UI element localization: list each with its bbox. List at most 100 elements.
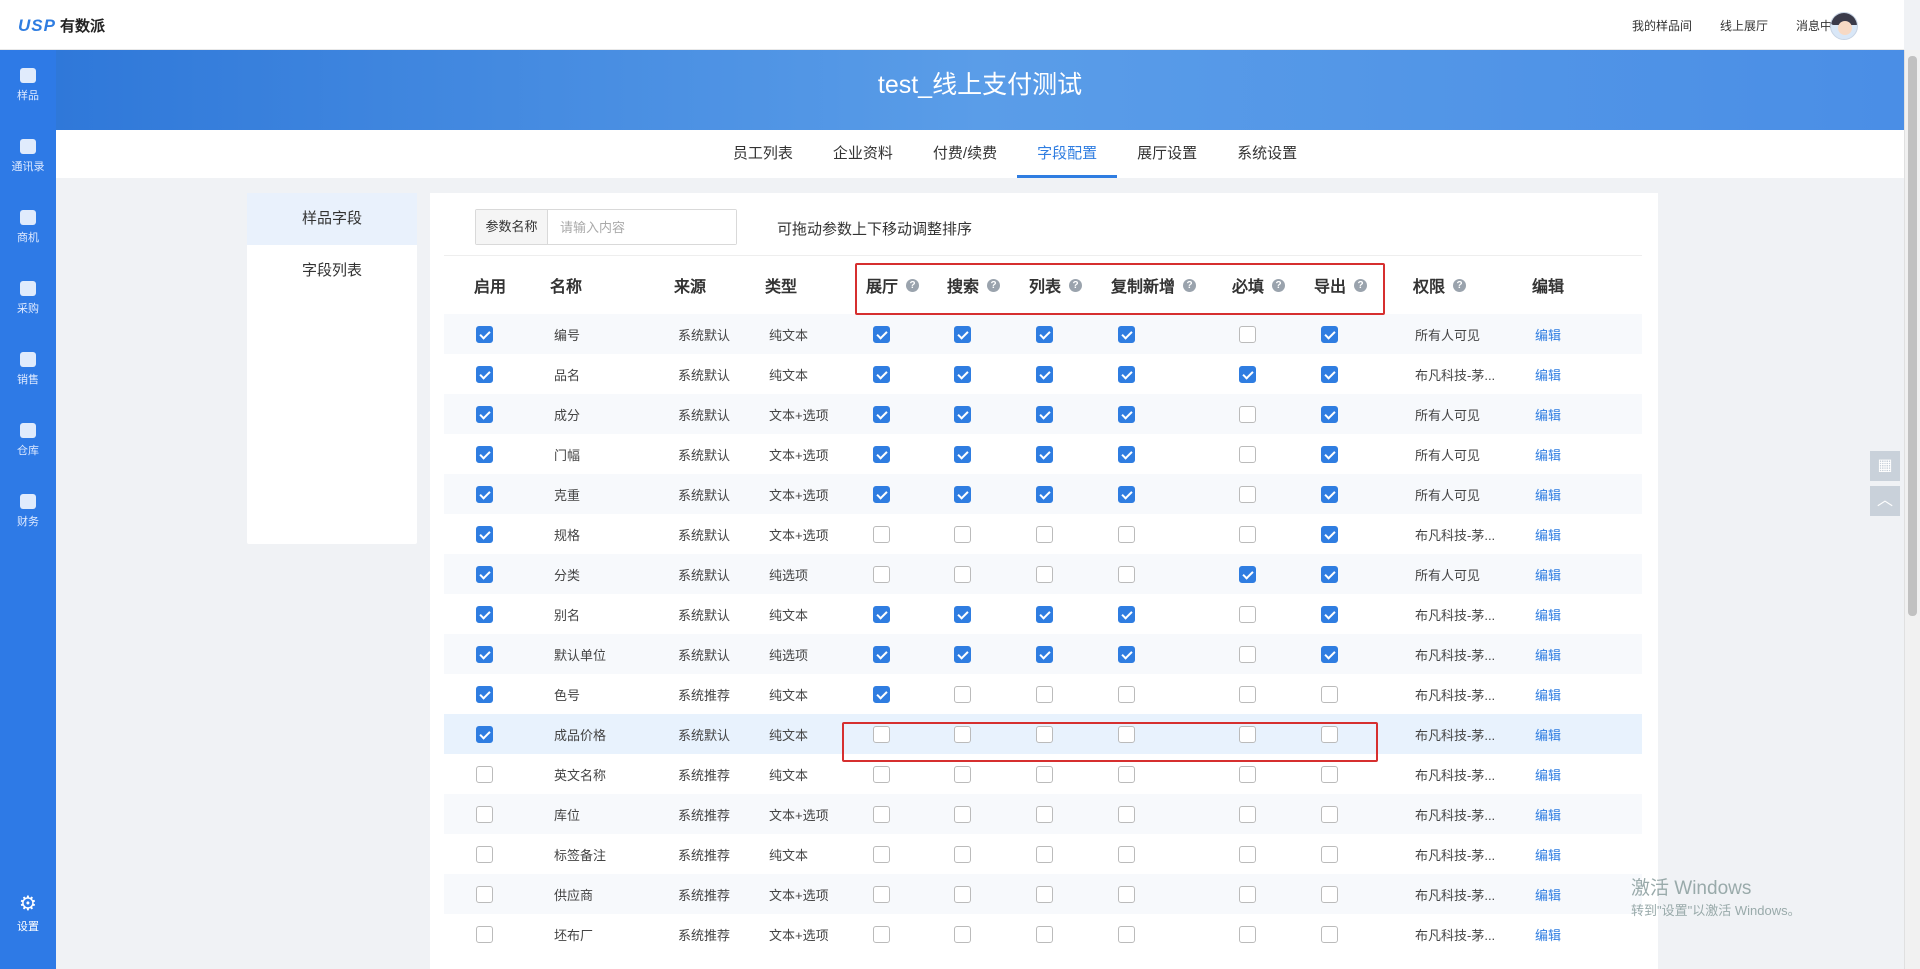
list-checkbox[interactable] bbox=[1036, 845, 1053, 863]
copy-add-checkbox[interactable] bbox=[1118, 885, 1135, 903]
table-row[interactable]: 编号 系统默认 纯文本 所有人可见 编辑 bbox=[444, 314, 1642, 354]
avatar[interactable] bbox=[1830, 12, 1858, 40]
showroom-checkbox[interactable] bbox=[873, 845, 890, 863]
list-checkbox[interactable] bbox=[1036, 445, 1053, 463]
edit-link[interactable]: 编辑 bbox=[1535, 925, 1561, 944]
required-checkbox[interactable] bbox=[1239, 485, 1256, 503]
search-input[interactable] bbox=[548, 210, 736, 244]
export-checkbox[interactable] bbox=[1321, 525, 1338, 543]
copy-add-checkbox[interactable] bbox=[1118, 445, 1135, 463]
export-checkbox[interactable] bbox=[1321, 845, 1338, 863]
edit-link[interactable]: 编辑 bbox=[1535, 445, 1561, 464]
search-checkbox[interactable] bbox=[954, 325, 971, 343]
table-row[interactable]: 门幅 系统默认 文本+选项 所有人可见 编辑 bbox=[444, 434, 1642, 474]
list-checkbox[interactable] bbox=[1036, 525, 1053, 543]
search-checkbox[interactable] bbox=[954, 885, 971, 903]
copy-add-checkbox[interactable] bbox=[1118, 685, 1135, 703]
page-scrollbar[interactable] bbox=[1904, 50, 1920, 969]
showroom-checkbox[interactable] bbox=[873, 485, 890, 503]
enabled-checkbox[interactable] bbox=[476, 325, 493, 343]
export-checkbox[interactable] bbox=[1321, 885, 1338, 903]
search-checkbox[interactable] bbox=[954, 565, 971, 583]
edit-link[interactable]: 编辑 bbox=[1535, 365, 1561, 384]
enabled-checkbox[interactable] bbox=[476, 365, 493, 383]
table-row[interactable]: 别名 系统默认 纯文本 布凡科技-茅... 编辑 bbox=[444, 594, 1642, 634]
search-checkbox[interactable] bbox=[954, 525, 971, 543]
enabled-checkbox[interactable] bbox=[476, 845, 493, 863]
enabled-checkbox[interactable] bbox=[476, 445, 493, 463]
required-checkbox[interactable] bbox=[1239, 445, 1256, 463]
help-icon[interactable]: ? bbox=[1453, 278, 1467, 292]
enabled-checkbox[interactable] bbox=[476, 725, 493, 743]
copy-add-checkbox[interactable] bbox=[1118, 485, 1135, 503]
showroom-checkbox[interactable] bbox=[873, 405, 890, 423]
app-logo[interactable]: USP 有数派 bbox=[18, 15, 105, 36]
required-checkbox[interactable] bbox=[1239, 725, 1256, 743]
showroom-checkbox[interactable] bbox=[873, 685, 890, 703]
sidebar-item[interactable]: 通讯录 bbox=[0, 139, 56, 174]
sidebar-item[interactable]: 仓库 bbox=[0, 423, 56, 458]
export-checkbox[interactable] bbox=[1321, 325, 1338, 343]
enabled-checkbox[interactable] bbox=[476, 805, 493, 823]
qr-code-button[interactable]: ▦ bbox=[1870, 451, 1900, 481]
showroom-checkbox[interactable] bbox=[873, 765, 890, 783]
list-checkbox[interactable] bbox=[1036, 325, 1053, 343]
required-checkbox[interactable] bbox=[1239, 365, 1256, 383]
search-checkbox[interactable] bbox=[954, 725, 971, 743]
edit-link[interactable]: 编辑 bbox=[1535, 845, 1561, 864]
copy-add-checkbox[interactable] bbox=[1118, 565, 1135, 583]
edit-link[interactable]: 编辑 bbox=[1535, 805, 1561, 824]
showroom-checkbox[interactable] bbox=[873, 645, 890, 663]
list-checkbox[interactable] bbox=[1036, 685, 1053, 703]
required-checkbox[interactable] bbox=[1239, 805, 1256, 823]
field-menu-item[interactable]: 字段列表 bbox=[247, 245, 417, 297]
list-checkbox[interactable] bbox=[1036, 405, 1053, 423]
required-checkbox[interactable] bbox=[1239, 525, 1256, 543]
required-checkbox[interactable] bbox=[1239, 405, 1256, 423]
showroom-checkbox[interactable] bbox=[873, 605, 890, 623]
required-checkbox[interactable] bbox=[1239, 765, 1256, 783]
required-checkbox[interactable] bbox=[1239, 845, 1256, 863]
list-checkbox[interactable] bbox=[1036, 645, 1053, 663]
search-checkbox[interactable] bbox=[954, 925, 971, 943]
edit-link[interactable]: 编辑 bbox=[1535, 565, 1561, 584]
settings-tab[interactable]: 展厅设置 bbox=[1117, 130, 1217, 178]
sidebar-item[interactable]: 样品 bbox=[0, 68, 56, 103]
enabled-checkbox[interactable] bbox=[476, 605, 493, 623]
table-row[interactable]: 标签备注 系统推荐 纯文本 布凡科技-茅... 编辑 bbox=[444, 834, 1642, 874]
required-checkbox[interactable] bbox=[1239, 885, 1256, 903]
help-icon[interactable]: ? bbox=[1272, 278, 1286, 292]
enabled-checkbox[interactable] bbox=[476, 685, 493, 703]
required-checkbox[interactable] bbox=[1239, 325, 1256, 343]
list-checkbox[interactable] bbox=[1036, 765, 1053, 783]
copy-add-checkbox[interactable] bbox=[1118, 765, 1135, 783]
enabled-checkbox[interactable] bbox=[476, 765, 493, 783]
help-icon[interactable]: ? bbox=[906, 278, 920, 292]
settings-tab[interactable]: 系统设置 bbox=[1217, 130, 1317, 178]
export-checkbox[interactable] bbox=[1321, 805, 1338, 823]
list-checkbox[interactable] bbox=[1036, 925, 1053, 943]
search-checkbox[interactable] bbox=[954, 405, 971, 423]
edit-link[interactable]: 编辑 bbox=[1535, 525, 1561, 544]
edit-link[interactable]: 编辑 bbox=[1535, 685, 1561, 704]
table-row[interactable]: 成分 系统默认 文本+选项 所有人可见 编辑 bbox=[444, 394, 1642, 434]
search-checkbox[interactable] bbox=[954, 805, 971, 823]
export-checkbox[interactable] bbox=[1321, 725, 1338, 743]
export-checkbox[interactable] bbox=[1321, 365, 1338, 383]
list-checkbox[interactable] bbox=[1036, 605, 1053, 623]
edit-link[interactable]: 编辑 bbox=[1535, 645, 1561, 664]
back-to-top-button[interactable]: ︿ bbox=[1870, 486, 1900, 516]
edit-link[interactable]: 编辑 bbox=[1535, 725, 1561, 744]
showroom-checkbox[interactable] bbox=[873, 445, 890, 463]
scrollbar-thumb[interactable] bbox=[1908, 56, 1917, 616]
list-checkbox[interactable] bbox=[1036, 485, 1053, 503]
export-checkbox[interactable] bbox=[1321, 765, 1338, 783]
help-icon[interactable]: ? bbox=[987, 278, 1001, 292]
field-menu-item[interactable]: 样品字段 bbox=[247, 193, 417, 245]
copy-add-checkbox[interactable] bbox=[1118, 525, 1135, 543]
export-checkbox[interactable] bbox=[1321, 605, 1338, 623]
list-checkbox[interactable] bbox=[1036, 885, 1053, 903]
copy-add-checkbox[interactable] bbox=[1118, 405, 1135, 423]
help-icon[interactable]: ? bbox=[1183, 278, 1197, 292]
help-icon[interactable]: ? bbox=[1354, 278, 1368, 292]
